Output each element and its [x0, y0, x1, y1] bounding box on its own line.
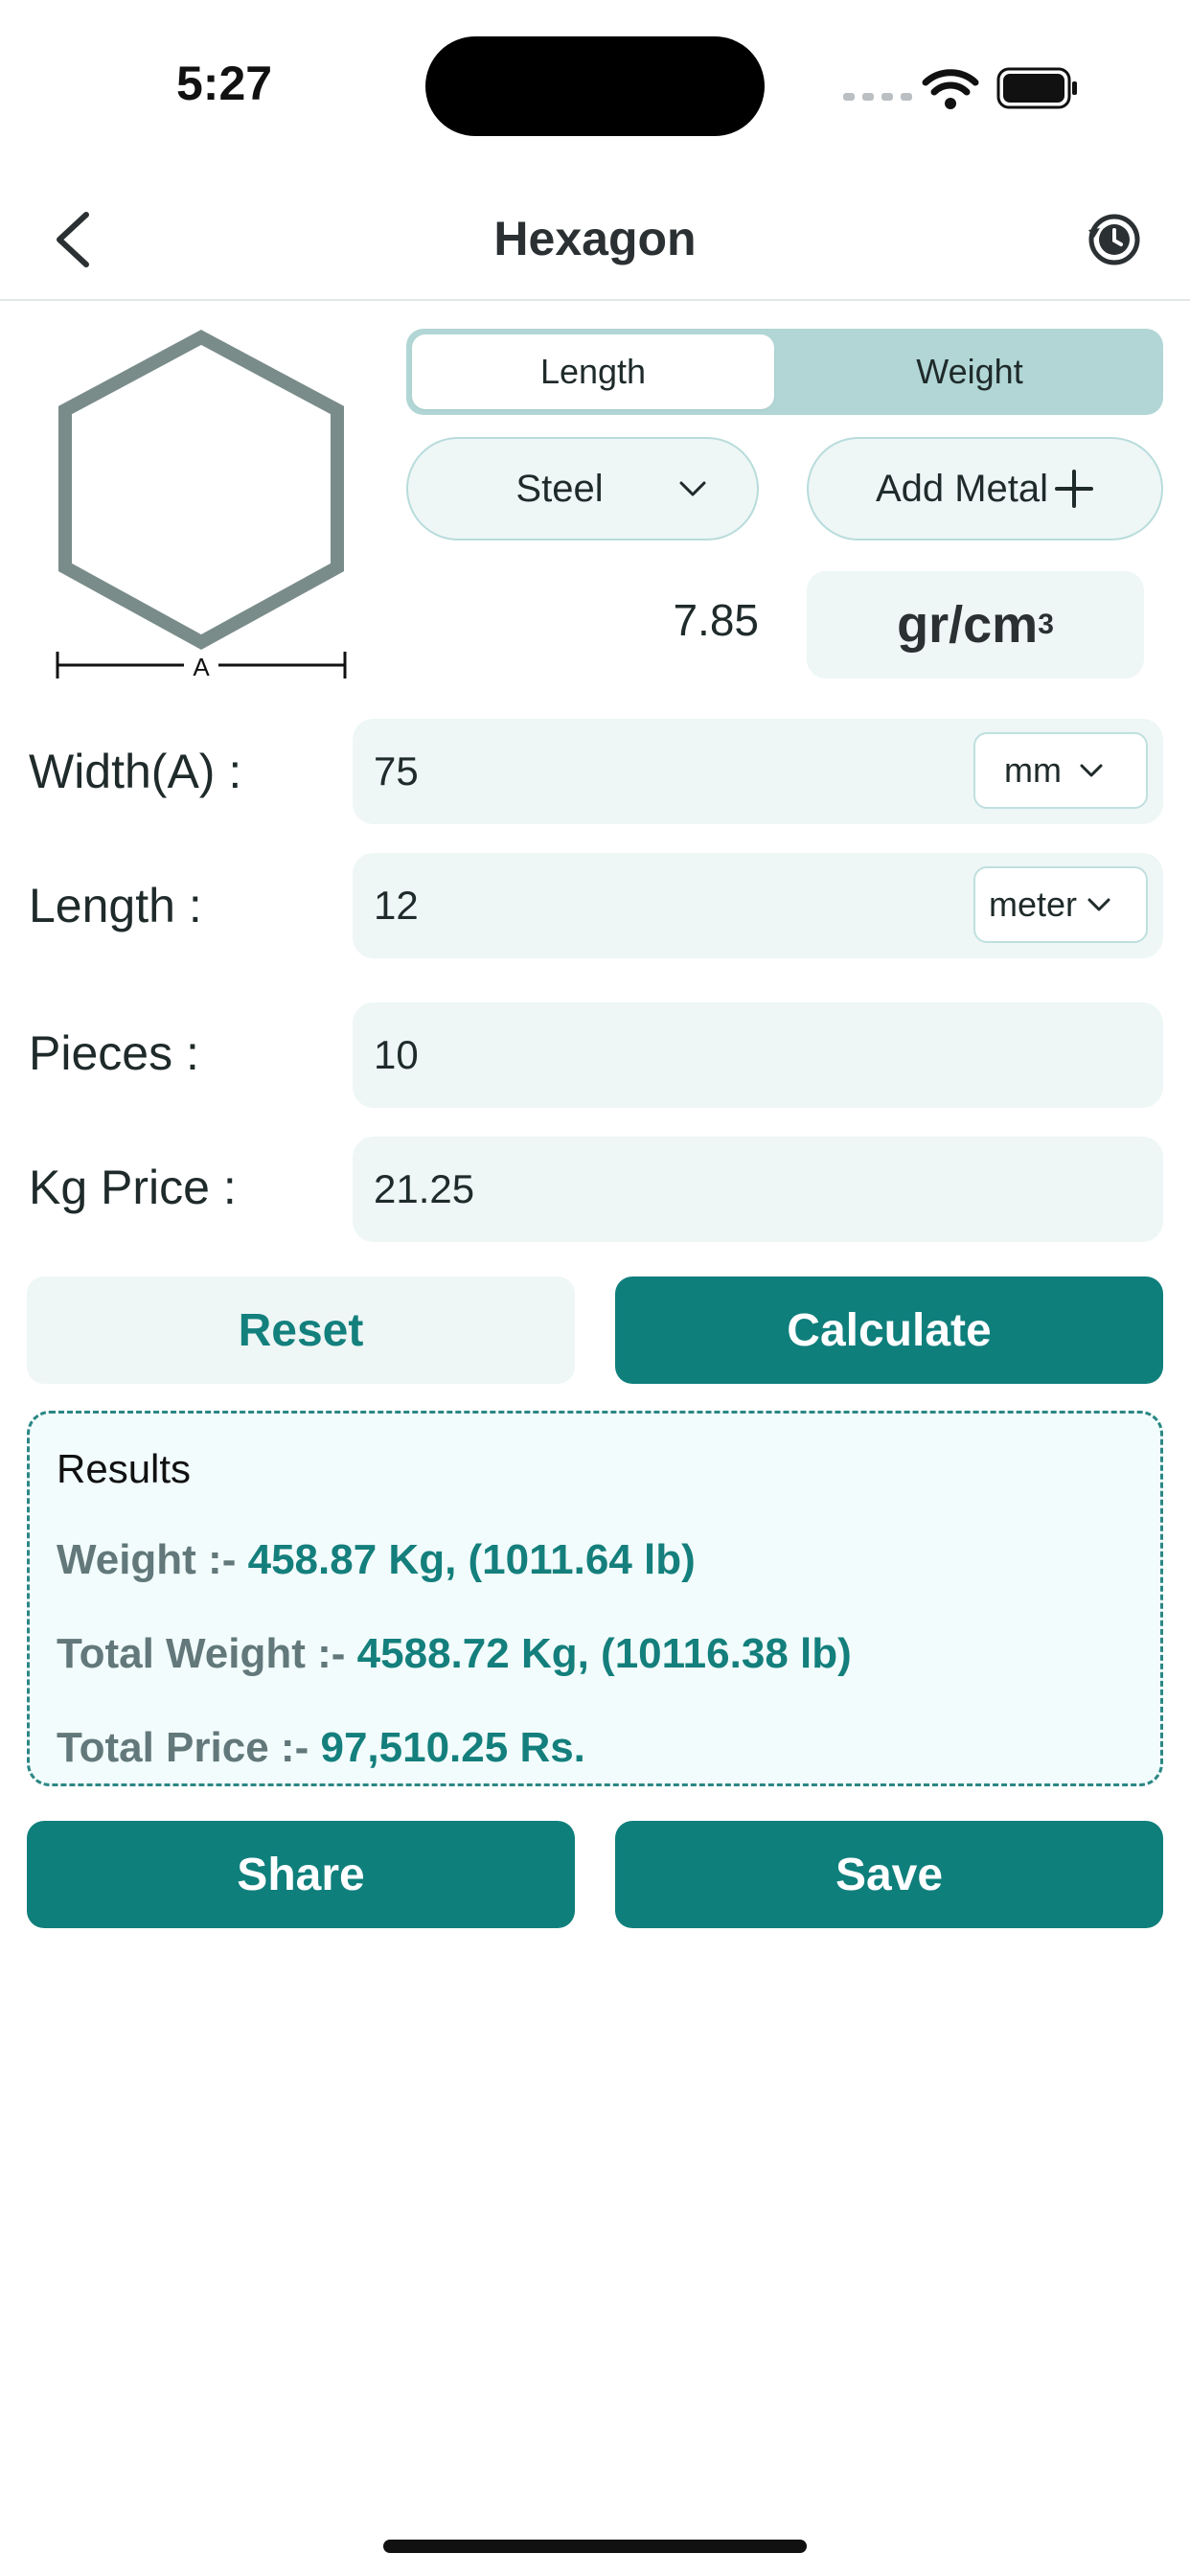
kg-price-label: Kg Price :	[29, 1161, 237, 1214]
density-unit: gr/cm 3	[807, 571, 1144, 678]
width-input[interactable]: 75 mm	[353, 719, 1163, 824]
tab-weight[interactable]: Weight	[778, 334, 1161, 409]
total-price-label: Total Price :-	[57, 1724, 309, 1771]
width-value: 75	[374, 748, 419, 794]
save-button[interactable]: Save	[615, 1821, 1163, 1928]
length-value: 12	[374, 883, 419, 928]
length-unit-value: meter	[989, 885, 1078, 924]
pieces-label: Pieces :	[29, 1026, 199, 1080]
kg-price-input[interactable]: 21.25	[353, 1137, 1163, 1242]
kg-price-value: 21.25	[374, 1166, 475, 1211]
calculate-button[interactable]: Calculate	[615, 1276, 1163, 1384]
plus-icon	[1055, 470, 1094, 508]
add-metal-label: Add Metal	[875, 467, 1049, 510]
dynamic-island	[425, 36, 765, 136]
chevron-down-icon	[679, 481, 706, 496]
length-label: Length :	[29, 879, 202, 932]
chevron-down-icon	[1080, 764, 1103, 777]
page-title: Hexagon	[493, 212, 697, 265]
wifi-icon	[922, 69, 979, 109]
weight-result-value: 458.87 Kg, (1011.64 lb)	[247, 1536, 696, 1583]
total-price-value: 97,510.25 Rs.	[320, 1724, 585, 1771]
weight-result: Weight :- 458.87 Kg, (1011.64 lb)	[57, 1536, 696, 1584]
cellular-signal-icon	[843, 93, 912, 101]
pieces-input[interactable]: 10	[353, 1002, 1163, 1108]
total-weight-value: 4588.72 Kg, (10116.38 lb)	[356, 1630, 852, 1677]
length-unit-dropdown[interactable]: meter	[973, 866, 1148, 943]
tab-length[interactable]: Length	[412, 334, 774, 409]
material-dropdown[interactable]: Steel	[406, 437, 759, 540]
length-input[interactable]: 12 meter	[353, 853, 1163, 958]
material-selected: Steel	[515, 467, 604, 510]
width-unit-dropdown[interactable]: mm	[973, 732, 1148, 809]
density-unit-text: gr/cm	[897, 596, 1039, 654]
share-button[interactable]: Share	[27, 1821, 575, 1928]
hexagon-shape-diagram: A	[56, 330, 347, 681]
battery-icon	[996, 67, 1077, 109]
density-unit-exponent: 3	[1038, 609, 1054, 640]
home-indicator	[383, 2540, 807, 2553]
density-value: 7.85	[673, 595, 759, 645]
dimension-label: A	[193, 653, 210, 681]
header-divider	[0, 299, 1190, 301]
total-weight-label: Total Weight :-	[57, 1630, 346, 1677]
reset-button[interactable]: Reset	[27, 1276, 575, 1384]
add-metal-button[interactable]: Add Metal	[807, 437, 1163, 540]
chevron-down-icon	[1087, 898, 1110, 911]
history-icon[interactable]	[1085, 209, 1144, 268]
width-label: Width(A) :	[29, 745, 242, 798]
weight-result-label: Weight :-	[57, 1536, 237, 1583]
results-panel: Results Weight :- 458.87 Kg, (1011.64 lb…	[27, 1411, 1163, 1786]
status-time: 5:27	[176, 57, 273, 110]
width-unit-value: mm	[1004, 750, 1062, 790]
total-weight-result: Total Weight :- 4588.72 Kg, (10116.38 lb…	[57, 1630, 852, 1678]
results-title: Results	[57, 1446, 192, 1491]
pieces-value: 10	[374, 1032, 419, 1077]
total-price-result: Total Price :- 97,510.25 Rs.	[57, 1724, 585, 1772]
